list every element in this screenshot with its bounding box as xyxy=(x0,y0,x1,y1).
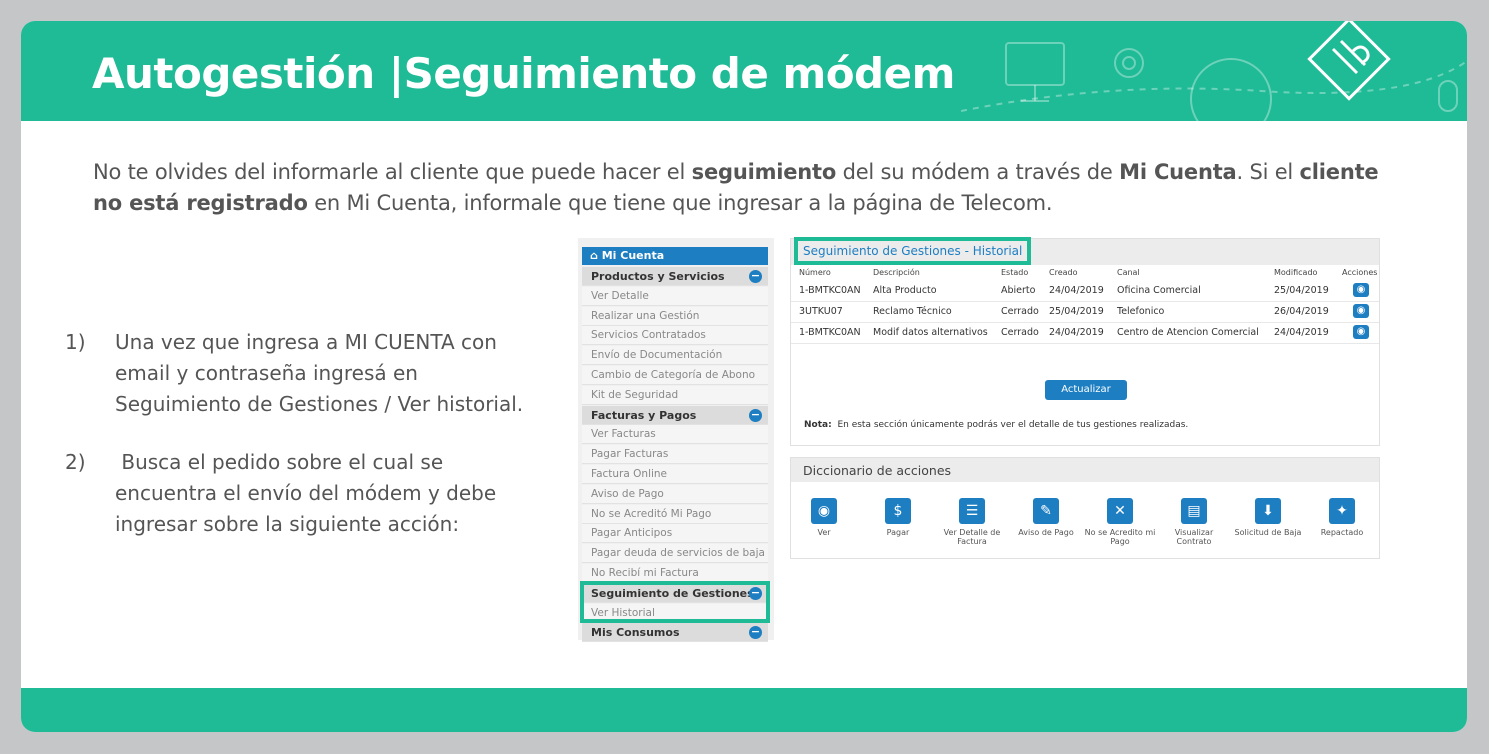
column-header: Acciones xyxy=(1342,268,1378,277)
table-cell: 24/04/2019 xyxy=(1274,327,1329,338)
sidebar-item[interactable]: Pagar deuda de servicios de baja xyxy=(582,544,768,564)
action-label: Aviso de Pago xyxy=(1018,528,1074,537)
footer-bar xyxy=(21,688,1467,732)
wrench-icon: ✦ xyxy=(1329,498,1355,524)
slide: Autogestión |Seguimiento de módem No te … xyxy=(21,21,1467,732)
action-download-arrow: ⬇ Solicitud de Baja xyxy=(1231,498,1305,537)
table-cell: Modif datos alternativos xyxy=(873,327,988,338)
sidebar-item[interactable]: Kit de Seguridad xyxy=(582,385,768,405)
column-header: Estado xyxy=(1001,268,1029,277)
table-cell: 26/04/2019 xyxy=(1274,306,1329,317)
action-pay: $ Pagar xyxy=(861,498,935,537)
view-eye-icon[interactable]: ◉ xyxy=(1353,283,1369,297)
table-cell: Abierto xyxy=(1001,285,1036,296)
action-invoice-detail: ☰ Ver Detalle de Factura xyxy=(935,498,1009,546)
sidebar-section[interactable]: Mis Consumos − xyxy=(582,623,768,643)
view-eye-icon[interactable]: ◉ xyxy=(1353,325,1369,339)
action-label: Ver xyxy=(817,528,831,537)
sidebar-item[interactable]: Factura Online xyxy=(582,465,768,484)
sidebar-item[interactable]: Ver Detalle xyxy=(582,286,768,306)
contract-icon: ▤ xyxy=(1181,498,1207,524)
action-label: Pagar xyxy=(886,528,910,537)
sidebar: ⌂ Mi Cuenta Productos y Servicios − Ver De… xyxy=(578,238,774,643)
invoice-detail-icon: ☰ xyxy=(959,498,985,524)
action-label: Solicitud de Baja xyxy=(1234,528,1302,537)
column-header: Descripción xyxy=(873,268,920,277)
diccionario-panel: Diccionario de acciones ◉ Ver $ Pagar ☰ Ver D… xyxy=(790,457,1380,559)
action-wrench: ✦ Repactado xyxy=(1305,498,1379,537)
collapse-icon[interactable]: − xyxy=(749,408,762,422)
table-cell: 24/04/2019 xyxy=(1049,327,1104,338)
table-cell: 1-BMTKC0AN xyxy=(799,285,861,296)
table-cell: 1-BMTKC0AN xyxy=(799,327,861,338)
sidebar-section[interactable]: Facturas y Pagos − xyxy=(582,405,768,425)
sidebar-home[interactable]: ⌂ Mi Cuenta xyxy=(582,247,768,265)
pay-icon: $ xyxy=(885,498,911,524)
sidebar-item[interactable]: Servicios Contratados xyxy=(582,326,768,346)
action-payment-not-credited: ✕ No se Acredito mi Pago xyxy=(1083,498,1157,546)
table-row: 1-BMTKC0AN Alta Producto Abierto 24/04/2019… xyxy=(791,280,1379,302)
action-contract: ▤ Visualizar Contrato xyxy=(1157,498,1231,546)
action-payment-notice: ✎ Aviso de Pago xyxy=(1009,498,1083,537)
actualizar-button[interactable]: Actualizar xyxy=(1045,380,1127,400)
action-label: Ver Detalle de Factura xyxy=(943,528,1001,546)
table-cell: 25/04/2019 xyxy=(1049,306,1104,317)
step-number: 1) xyxy=(65,330,86,354)
step-1: 1) Una vez que ingresa a MI CUENTA con e… xyxy=(65,327,525,420)
table-row: 3UTKU07 Reclamo Técnico Cerrado 25/04/2019 T… xyxy=(791,301,1379,323)
sidebar-item[interactable]: Pagar Anticipos xyxy=(582,524,768,544)
sidebar-section[interactable]: Productos y Servicios − xyxy=(582,267,768,286)
historial-panel: Seguimiento de Gestiones - Historial Núm… xyxy=(790,237,1380,446)
collapse-icon[interactable]: − xyxy=(749,626,762,640)
column-header: Creado xyxy=(1049,268,1078,277)
sidebar-item[interactable]: Cambio de Categoría de Abono xyxy=(582,366,768,385)
header-bar: Autogestión |Seguimiento de módem xyxy=(21,21,1467,121)
table-cell: 25/04/2019 xyxy=(1274,285,1329,296)
steps-list: 1) Una vez que ingresa a MI CUENTA con e… xyxy=(65,327,525,567)
table-cell: Oficina Comercial xyxy=(1117,285,1201,296)
mi-cuenta-screenshot: ⌂ Mi Cuenta Productos y Servicios − Ver De… xyxy=(578,237,1380,643)
collapse-icon[interactable]: − xyxy=(749,270,762,283)
table-cell: Telefonico xyxy=(1117,306,1165,317)
action-eye: ◉ Ver xyxy=(787,498,861,537)
payment-notice-icon: ✎ xyxy=(1033,498,1059,524)
table-cell: Centro de Atencion Comercial xyxy=(1117,327,1259,338)
action-label: Visualizar Contrato xyxy=(1174,528,1214,546)
column-header: Número xyxy=(799,268,831,277)
sidebar-item[interactable]: Realizar una Gestión xyxy=(582,306,768,326)
table-cell: Reclamo Técnico xyxy=(873,306,952,317)
sidebar-item[interactable]: No se Acreditó Mi Pago xyxy=(582,504,768,524)
sidebar-item[interactable]: Pagar Facturas xyxy=(582,445,768,465)
home-icon: ⌂ xyxy=(590,249,602,262)
step-text: Busca el pedido sobre el cual se encuent… xyxy=(115,450,503,536)
table-cell: 3UTKU07 xyxy=(799,306,843,317)
download-arrow-icon: ⬇ xyxy=(1255,498,1281,524)
table-cell: Alta Producto xyxy=(873,285,937,296)
view-eye-icon[interactable]: ◉ xyxy=(1353,304,1369,318)
column-header: Canal xyxy=(1117,268,1140,277)
step-2: 2) Busca el pedido sobre el cual se encu… xyxy=(65,447,525,540)
sidebar-item[interactable]: Ver Facturas xyxy=(582,425,768,445)
nota-text: Nota: En esta sección únicamente podrás … xyxy=(804,420,1189,430)
highlight-historial xyxy=(794,237,1031,265)
action-label: No se Acredito mi Pago xyxy=(1084,528,1156,546)
action-label: Repactado xyxy=(1320,528,1364,537)
diccionario-title: Diccionario de acciones xyxy=(803,463,952,478)
page-title: Autogestión |Seguimiento de módem xyxy=(92,49,955,98)
sidebar-item[interactable]: Aviso de Pago xyxy=(582,484,768,504)
table-cell: Cerrado xyxy=(1001,327,1039,338)
intro-text: No te olvides del informarle al cliente … xyxy=(93,160,1379,215)
step-text: Una vez que ingresa a MI CUENTA con emai… xyxy=(115,330,524,416)
step-number: 2) xyxy=(65,450,86,474)
column-header: Modificado xyxy=(1274,268,1318,277)
decorative-illustration xyxy=(961,21,1467,121)
payment-not-credited-icon: ✕ xyxy=(1107,498,1133,524)
sidebar-item[interactable]: Envío de Documentación xyxy=(582,346,768,366)
eye-icon: ◉ xyxy=(811,498,837,524)
highlight-seguimiento xyxy=(580,581,770,623)
table-cell: Cerrado xyxy=(1001,306,1039,317)
table-row: 1-BMTKC0AN Modif datos alternativos Cerrad… xyxy=(791,322,1379,344)
table-cell: 24/04/2019 xyxy=(1049,285,1104,296)
